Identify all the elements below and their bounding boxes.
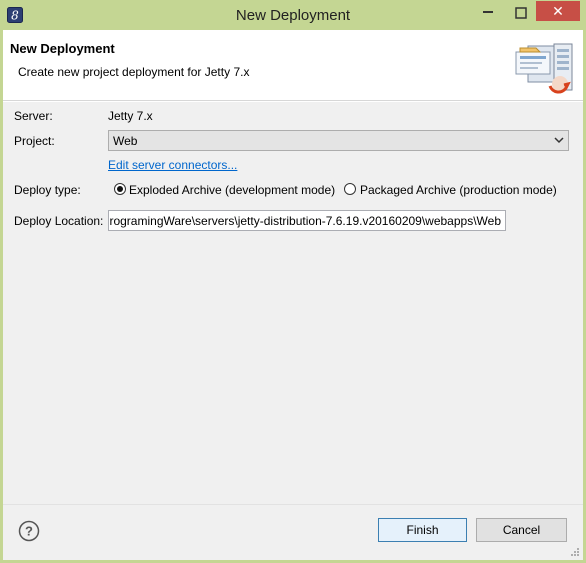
- project-select-value: Web: [113, 134, 138, 148]
- deploy-location-input[interactable]: D:\ProgramingWare\servers\jetty-distribu…: [108, 210, 506, 231]
- help-icon[interactable]: ?: [18, 520, 40, 542]
- deploy-location-label: Deploy Location:: [14, 214, 104, 228]
- close-button[interactable]: ✕: [536, 1, 580, 21]
- resize-grip-icon[interactable]: [570, 547, 580, 557]
- deploy-location-value: D:\ProgramingWare\servers\jetty-distribu…: [108, 214, 501, 228]
- chevron-down-icon[interactable]: [553, 133, 565, 147]
- exploded-archive-label[interactable]: Exploded Archive (development mode): [129, 183, 335, 197]
- edit-server-connectors-link[interactable]: Edit server connectors...: [108, 158, 237, 172]
- dialog-client: New Deployment Create new project deploy…: [3, 30, 583, 560]
- exploded-archive-radio[interactable]: [114, 183, 126, 195]
- dialog-window: 8 New Deployment ✕ New Deployment Create…: [0, 0, 586, 563]
- minimize-icon[interactable]: [483, 11, 493, 13]
- footer-separator: [3, 504, 583, 505]
- finish-button[interactable]: Finish: [378, 518, 467, 542]
- packaged-archive-label[interactable]: Packaged Archive (production mode): [360, 183, 557, 197]
- dialog-header: New Deployment Create new project deploy…: [3, 30, 583, 101]
- server-value: Jetty 7.x: [108, 109, 153, 123]
- project-label: Project:: [14, 134, 55, 148]
- deploy-type-label: Deploy type:: [14, 183, 81, 197]
- deployment-wizard-icon: [515, 43, 573, 94]
- header-subtitle: Create new project deployment for Jetty …: [18, 65, 250, 79]
- cancel-button[interactable]: Cancel: [476, 518, 567, 542]
- title-bar[interactable]: 8 New Deployment ✕: [0, 0, 586, 30]
- packaged-archive-radio[interactable]: [344, 183, 356, 195]
- header-title: New Deployment: [10, 41, 115, 56]
- window-title: New Deployment: [235, 7, 351, 24]
- server-label: Server:: [14, 109, 53, 123]
- header-divider: [3, 101, 583, 102]
- project-select[interactable]: Web: [108, 130, 569, 151]
- radio-selected-dot: [117, 186, 123, 192]
- svg-text:?: ?: [25, 524, 33, 539]
- maximize-icon[interactable]: [513, 5, 529, 21]
